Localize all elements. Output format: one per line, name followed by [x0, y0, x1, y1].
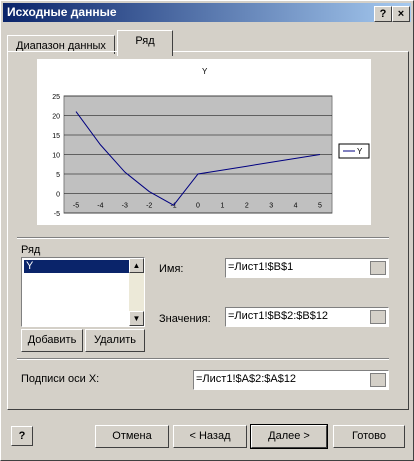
collapse-dialog-icon[interactable] — [370, 310, 386, 324]
office-assistant-help-icon[interactable]: ? — [11, 426, 33, 446]
x-tick-label: 5 — [318, 203, 322, 210]
xaxis-label: Подписи оси X: — [21, 373, 100, 385]
x-tick-label: 0 — [196, 203, 200, 210]
scroll-up-icon[interactable]: ▲ — [129, 258, 144, 273]
list-scrollbar[interactable]: ▲ ▼ — [129, 258, 144, 326]
xaxis-field[interactable]: =Лист1!$A$2:$A$12 — [193, 370, 389, 390]
values-value: =Лист1!$B$2:$B$12 — [228, 310, 329, 322]
y-tick-label: 15 — [52, 133, 60, 140]
chart-preview: Y 25 20 15 10 5 0 -5 -5 -4 -3 -2 -1 0 1 2 3 4 5 Y — [37, 59, 371, 225]
y-tick-label: 0 — [56, 192, 60, 199]
add-series-button[interactable]: Добавить — [21, 329, 83, 352]
y-tick-label: 25 — [52, 94, 60, 101]
x-tick-label: -2 — [146, 203, 152, 210]
x-tick-label: 2 — [245, 203, 249, 210]
x-tick-label: 4 — [294, 203, 298, 210]
collapse-dialog-icon[interactable] — [370, 261, 386, 275]
cancel-button[interactable]: Отмена — [95, 425, 169, 448]
x-tick-label: -3 — [122, 203, 128, 210]
next-button[interactable]: Далее > — [250, 424, 328, 449]
values-field[interactable]: =Лист1!$B$2:$B$12 — [225, 307, 389, 327]
values-label: Значения: — [159, 313, 211, 325]
help-button[interactable]: ? — [374, 6, 392, 22]
chart-title: Y — [202, 67, 208, 76]
y-tick-label: 20 — [52, 114, 60, 121]
name-field[interactable]: =Лист1!$B$1 — [225, 258, 389, 278]
name-value: =Лист1!$B$1 — [228, 261, 294, 273]
window-title: Исходные данные — [7, 5, 117, 19]
series-list-item[interactable]: Y — [24, 260, 129, 273]
back-button[interactable]: < Назад — [173, 425, 247, 448]
y-tick-label: 10 — [52, 153, 60, 160]
title-bar: Исходные данные ? × — [3, 3, 411, 22]
name-label: Имя: — [159, 263, 184, 275]
close-button[interactable]: × — [392, 6, 410, 22]
x-tick-label: -4 — [97, 203, 103, 210]
x-tick-label: 1 — [220, 203, 224, 210]
finish-button[interactable]: Готово — [333, 425, 405, 448]
x-tick-label: -5 — [73, 203, 79, 210]
separator — [17, 358, 389, 360]
tab-series[interactable]: Ряд — [117, 30, 173, 56]
scroll-down-icon[interactable]: ▼ — [129, 311, 144, 326]
series-group-label: Ряд — [21, 244, 41, 256]
y-tick-label: -5 — [54, 211, 60, 218]
series-list[interactable]: Y ▲ ▼ — [21, 257, 145, 327]
chart-svg: Y 2520151050-5 -5 -4 -3 -2 -1 0 1 2 3 4 5 Y — [52, 67, 370, 218]
remove-series-button[interactable]: Удалить — [85, 329, 145, 352]
y-tick-label: 5 — [56, 172, 60, 179]
source-data-dialog: Исходные данные ? × Диапазон данных Ряд … — [0, 0, 414, 461]
collapse-dialog-icon[interactable] — [370, 373, 386, 387]
x-tick-label: 3 — [269, 203, 273, 210]
legend-label: Y — [357, 147, 363, 156]
separator — [17, 237, 389, 239]
xaxis-value: =Лист1!$A$2:$A$12 — [196, 373, 297, 385]
